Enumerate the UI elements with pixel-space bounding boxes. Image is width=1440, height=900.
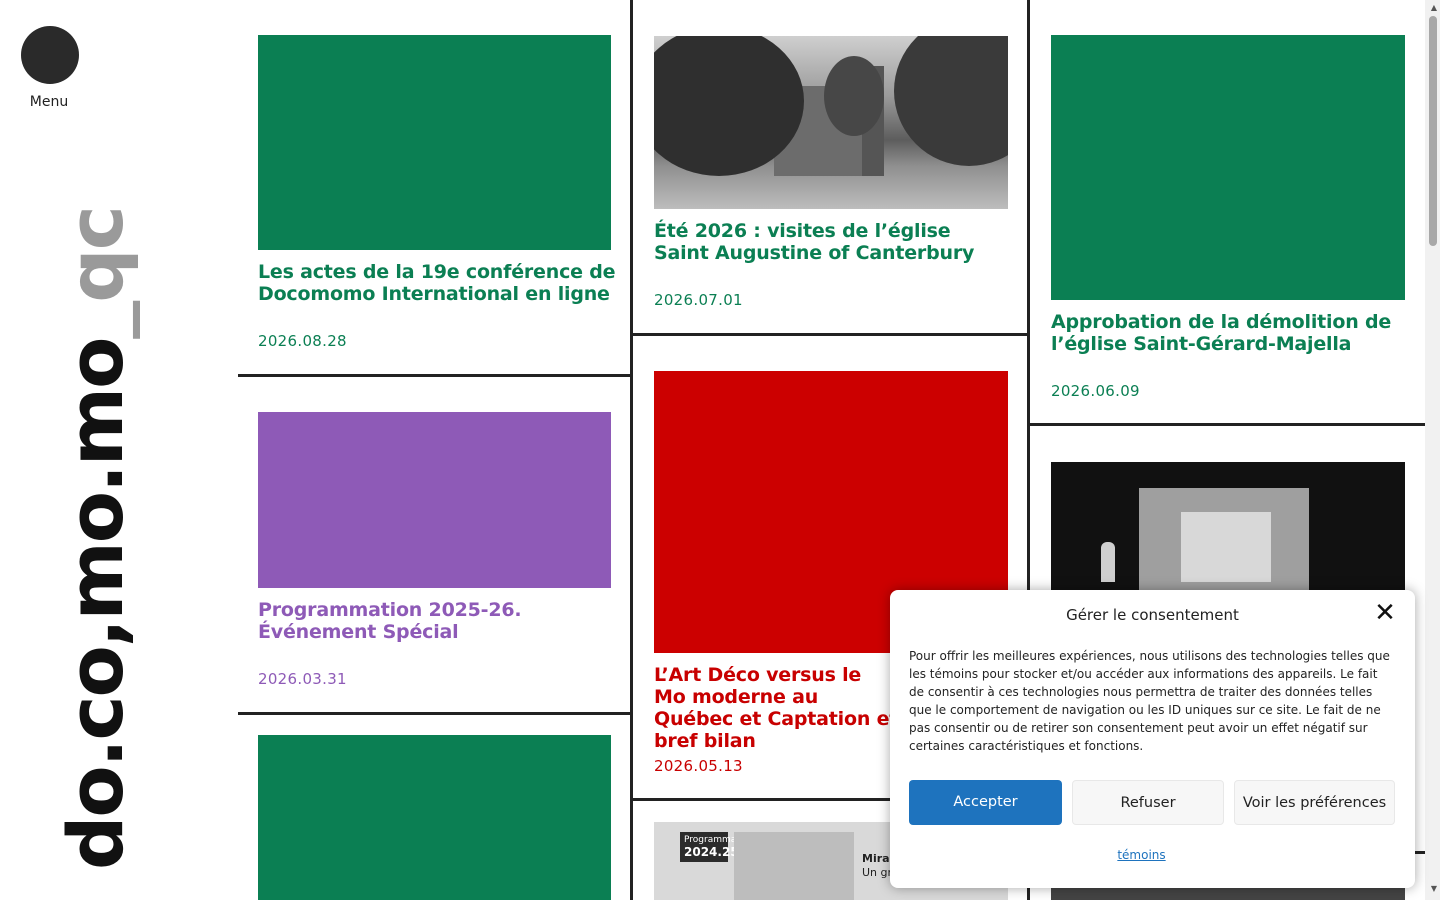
menu-button[interactable] (21, 26, 79, 84)
poster-photo (734, 832, 854, 900)
post-image[interactable] (654, 36, 1008, 209)
post-image[interactable] (258, 35, 611, 250)
row-divider (238, 712, 630, 715)
logo-main: do.co,mo.mo (51, 338, 140, 870)
post-date: 2026.07.01 (654, 291, 743, 309)
scroll-down-arrow-icon[interactable]: ▼ (1431, 884, 1437, 893)
column-divider (630, 0, 633, 900)
cookies-link[interactable]: témoins (890, 848, 1393, 862)
post-date: 2026.03.31 (258, 670, 347, 688)
speaker (1101, 542, 1115, 582)
tree (894, 36, 1008, 166)
row-divider (633, 333, 1027, 336)
row-divider (1030, 423, 1425, 426)
post-image[interactable] (1051, 462, 1405, 597)
post-date: 2026.08.28 (258, 332, 347, 350)
post-title[interactable]: Les actes de la 19e conférence de Docomo… (258, 261, 618, 305)
post-image[interactable] (1051, 886, 1405, 900)
logo-suffix: _qc (51, 207, 140, 339)
poster-text: Un gr (862, 866, 893, 879)
projection-slide (1181, 512, 1271, 582)
post-image[interactable] (258, 412, 611, 588)
accept-button[interactable]: Accepter (909, 780, 1062, 825)
scroll-up-arrow-icon[interactable]: ▲ (1431, 3, 1437, 12)
consent-dialog: Gérer le consentement ✕ Pour offrir les … (890, 590, 1415, 888)
row-divider (238, 374, 630, 377)
close-icon[interactable]: ✕ (1374, 600, 1396, 626)
view-preferences-button[interactable]: Voir les préférences (1234, 780, 1395, 825)
post-title[interactable]: Été 2026 : visites de l’église Saint Aug… (654, 220, 1004, 264)
poster-tag: Programmation 2024.25 (680, 832, 754, 862)
site-logo[interactable]: do.co,mo.mo_qc (51, 207, 140, 870)
scrollbar[interactable]: ▲ ▼ (1425, 0, 1440, 900)
consent-body: Pour offrir les meilleures expériences, … (909, 649, 1390, 753)
menu-label[interactable]: Menu (0, 94, 98, 110)
tree (824, 56, 884, 136)
post-image[interactable] (1051, 35, 1405, 300)
consent-title: Gérer le consentement (1066, 606, 1239, 624)
post-title[interactable]: Approbation de la démolition de l’église… (1051, 311, 1401, 355)
scrollbar-thumb[interactable] (1429, 16, 1437, 246)
post-date: 2026.05.13 (654, 757, 743, 775)
post-title[interactable]: L’Art Déco versus le Mo moderne au Québe… (654, 664, 899, 752)
post-title[interactable]: Programmation 2025-26. Événement Spécial (258, 599, 598, 643)
post-date: 2026.06.09 (1051, 382, 1140, 400)
refuse-button[interactable]: Refuser (1072, 780, 1224, 825)
post-image[interactable] (258, 735, 611, 900)
